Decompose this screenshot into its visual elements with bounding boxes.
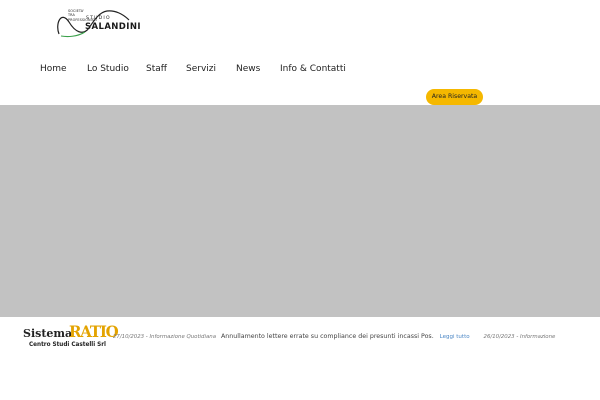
ticker-headline[interactable]: Annullamento lettere errate su complianc… [221,333,434,340]
news-ticker: 27/10/2023 - Informazione Quotidiana Ann… [113,333,600,340]
ratio-logo-company: Centro Studi Castelli Srl [29,342,107,348]
logo-studio-text: STUDIO [86,16,111,21]
logo-name-text: SALANDINI [85,22,141,32]
ticker-date-next: 26/10/2023 - Informazione [483,334,556,340]
sistema-ratio-logo[interactable]: Sistema RATIO Centro Studi Castelli Srl [23,323,119,350]
ratio-logo-sistema: Sistema [23,327,73,340]
ticker-date: 27/10/2023 - Informazione Quotidiana [113,334,216,340]
nav-item-info-contatti[interactable]: Info & Contatti [280,64,346,74]
nav-item-servizi[interactable]: Servizi [186,64,216,74]
nav-item-lo-studio[interactable]: Lo Studio [87,64,129,74]
studio-salandini-logo[interactable]: SOCIETA' TRA PROFESSIONISTI STUDIO SALAN… [55,6,141,38]
nav-item-home[interactable]: Home [40,64,67,74]
nav-item-news[interactable]: News [236,64,260,74]
area-riservata-button[interactable]: Area Riservata [426,89,483,105]
hero-banner [0,105,600,317]
ticker-read-more-link[interactable]: Leggi tutto [440,334,470,340]
ratio-logo-ratio: RATIO [69,322,119,342]
nav-item-staff[interactable]: Staff [146,64,167,74]
